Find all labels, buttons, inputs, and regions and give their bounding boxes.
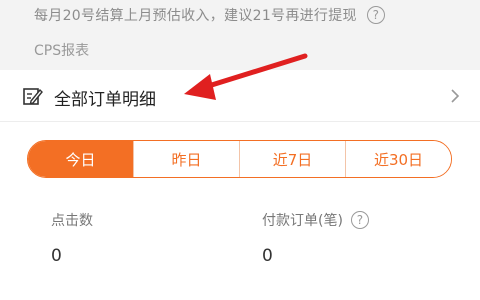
tab-last-7-days[interactable]: 近7日: [239, 141, 345, 177]
date-range-tabs: 今日 昨日 近7日 近30日: [27, 140, 452, 178]
settlement-notice-text: 每月20号结算上月预估收入，建议21号再进行提现: [34, 8, 357, 24]
tab-today[interactable]: 今日: [28, 141, 133, 177]
section-title: CPS报表: [34, 43, 90, 59]
paid-orders-stat: 付款订单(笔) ? 0: [262, 210, 369, 266]
question-circle-icon[interactable]: ?: [366, 6, 385, 24]
tab-last-30-days[interactable]: 近30日: [345, 141, 451, 177]
paid-orders-label-row: 付款订单(笔) ?: [262, 210, 369, 230]
settlement-notice: 每月20号结算上月预估收入，建议21号再进行提现 ?: [0, 0, 480, 30]
clicks-value: 0: [51, 246, 62, 266]
edit-document-icon: [23, 88, 43, 105]
paid-orders-label: 付款订单(笔): [262, 213, 343, 229]
question-circle-icon[interactable]: ?: [350, 211, 369, 229]
tab-yesterday[interactable]: 昨日: [133, 141, 239, 177]
clicks-stat: 点击数 0: [51, 210, 93, 266]
clicks-label: 点击数: [51, 213, 93, 229]
paid-orders-value: 0: [262, 246, 273, 266]
chevron-right-icon: [451, 89, 460, 103]
annotation-arrow: [184, 53, 308, 100]
all-orders-label: 全部订单明细: [54, 90, 156, 110]
